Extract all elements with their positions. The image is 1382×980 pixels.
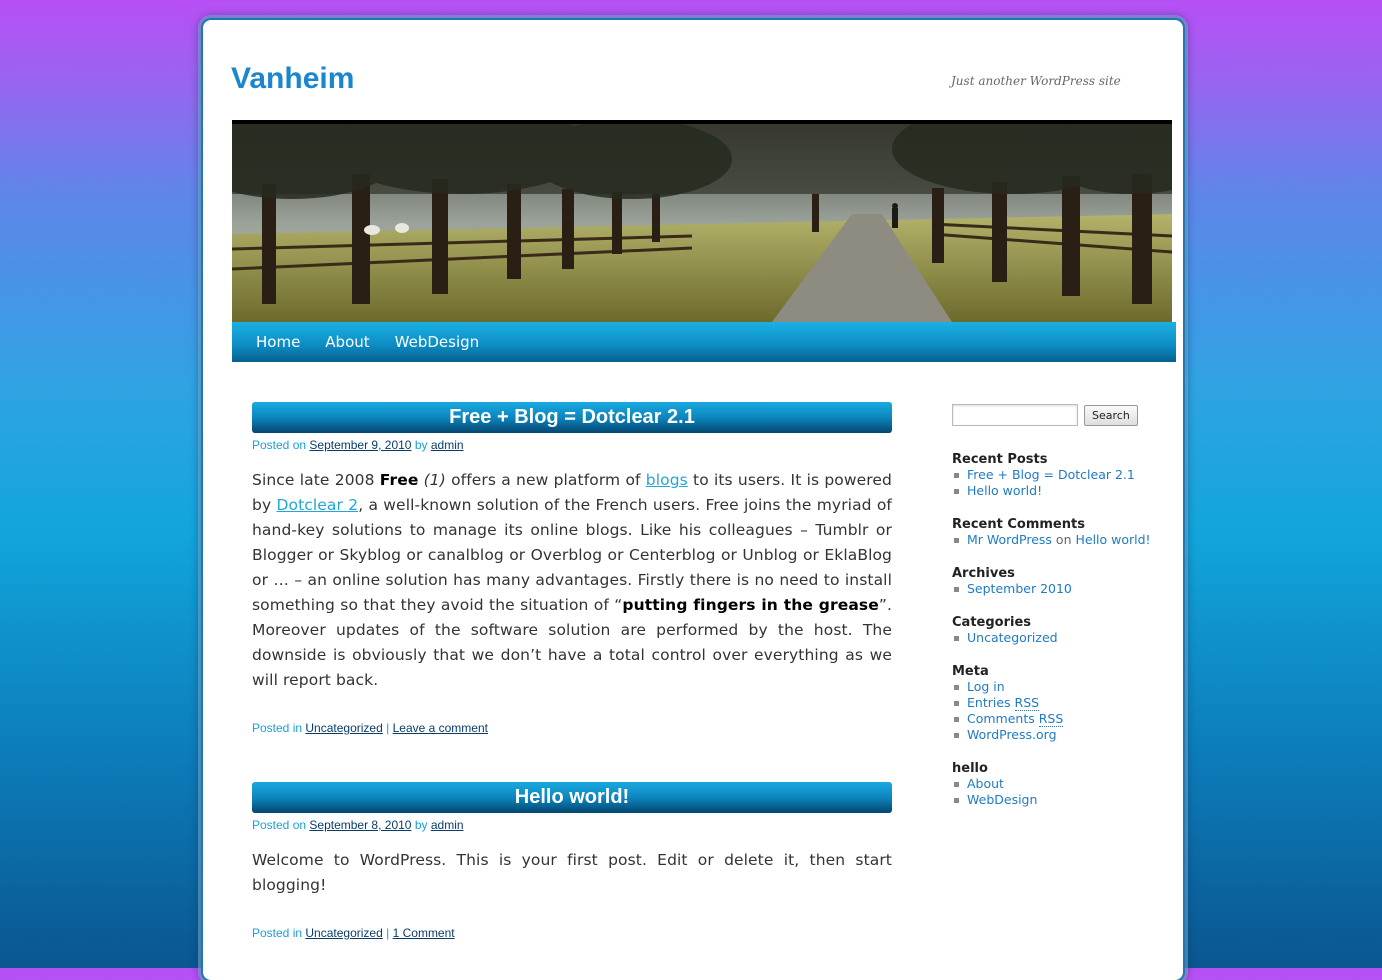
post-date-link[interactable]: September 8, 2010: [309, 818, 411, 832]
author-link[interactable]: admin: [431, 818, 464, 832]
post-footer-meta: Posted in Uncategorized | Leave a commen…: [252, 721, 892, 735]
list-item: Free + Blog = Dotclear 2.1: [952, 467, 1152, 483]
widget-categories: Categories Uncategorized: [952, 615, 1152, 646]
body-bold: Free: [379, 471, 419, 489]
page-container: Vanheim Just another WordPress site Home…: [203, 20, 1183, 980]
post-meta: Posted on September 8, 2010 by admin: [252, 818, 892, 834]
comments-link[interactable]: 1 Comment: [393, 926, 455, 940]
nav-home[interactable]: Home: [256, 333, 300, 351]
body-text: Since late 2008: [252, 471, 380, 489]
banner-landscape: [232, 124, 1172, 322]
log-in-link[interactable]: Log in: [967, 679, 1005, 694]
widget-meta: Meta Log in Entries RSS Comments RSS Wor…: [952, 664, 1152, 743]
posted-in-label: Posted in: [252, 721, 303, 735]
blogs-link[interactable]: blogs: [646, 471, 688, 489]
list-item: Entries RSS: [952, 695, 1152, 711]
post-dotclear: Free + Blog = Dotclear 2.1 Posted on Sep…: [252, 402, 892, 735]
widget-title: Recent Posts: [952, 452, 1048, 467]
post-body: Welcome to WordPress. This is your first…: [252, 851, 892, 894]
site-title[interactable]: Vanheim: [231, 62, 354, 96]
sidebar: Search Recent Posts Free + Blog = Dotcle…: [952, 404, 1152, 808]
search-button[interactable]: Search: [1084, 404, 1138, 426]
post-footer-meta: Posted in Uncategorized | 1 Comment: [252, 926, 892, 940]
list-item: Mr WordPress on Hello world!: [952, 532, 1152, 548]
post-title[interactable]: Hello world!: [252, 782, 892, 813]
by-label: by: [414, 818, 428, 832]
dotclear-link[interactable]: Dotclear 2: [276, 496, 358, 514]
category-link[interactable]: Uncategorized: [305, 926, 382, 940]
list-item: WebDesign: [952, 792, 1152, 808]
page-link-webdesign[interactable]: WebDesign: [967, 792, 1037, 807]
comments-label: Comments: [967, 711, 1035, 726]
recent-post-link[interactable]: Free + Blog = Dotclear 2.1: [967, 467, 1135, 482]
post-body: Since late 2008 Free (1) offers a new pl…: [252, 468, 892, 693]
search-input[interactable]: [952, 404, 1078, 426]
list-item: Hello world!: [952, 483, 1152, 499]
site-tagline: Just another WordPress site: [951, 74, 1121, 88]
category-link[interactable]: Uncategorized: [967, 630, 1058, 645]
list-item: WordPress.org: [952, 727, 1152, 743]
on-label: on: [1055, 532, 1072, 547]
posted-in-label: Posted in: [252, 926, 303, 940]
comments-link[interactable]: Leave a comment: [393, 721, 488, 735]
widget-archives: Archives September 2010: [952, 566, 1152, 597]
separator: |: [386, 926, 390, 940]
nav-webdesign[interactable]: WebDesign: [395, 333, 480, 351]
main-content: Free + Blog = Dotclear 2.1 Posted on Sep…: [252, 402, 892, 940]
widget-hello: hello About WebDesign: [952, 761, 1152, 808]
body-bold: putting fingers in the grease: [622, 596, 879, 614]
body-italic: (1): [418, 471, 446, 489]
header-banner-image: [232, 120, 1172, 322]
widget-title: Recent Comments: [952, 517, 1085, 532]
widget-title: Archives: [952, 566, 1015, 581]
widget-recent-comments: Recent Comments Mr WordPress on Hello wo…: [952, 517, 1152, 548]
list-item: Uncategorized: [952, 630, 1152, 646]
rss-abbr: RSS: [1038, 711, 1064, 727]
widget-title: Meta: [952, 664, 989, 679]
main-navigation: Home About WebDesign: [232, 322, 1176, 362]
list-item: About: [952, 776, 1152, 792]
recent-post-link[interactable]: Hello world!: [967, 483, 1042, 498]
archive-link[interactable]: September 2010: [967, 581, 1072, 596]
comments-rss-link[interactable]: Comments RSS: [967, 711, 1064, 727]
widget-recent-posts: Recent Posts Free + Blog = Dotclear 2.1 …: [952, 452, 1152, 499]
post-hello-world: Hello world! Posted on September 8, 2010…: [252, 782, 892, 940]
by-label: by: [414, 438, 428, 452]
list-item: Log in: [952, 679, 1152, 695]
posted-on-label: Posted on: [252, 818, 307, 832]
comment-author-link[interactable]: Mr WordPress: [967, 532, 1052, 547]
body-text: offers a new platform of: [445, 471, 646, 489]
post-title[interactable]: Free + Blog = Dotclear 2.1: [252, 402, 892, 433]
list-item: Comments RSS: [952, 711, 1152, 727]
list-item: September 2010: [952, 581, 1152, 597]
post-meta: Posted on September 9, 2010 by admin: [252, 438, 892, 454]
nav-about[interactable]: About: [325, 333, 369, 351]
post-date-link[interactable]: September 9, 2010: [309, 438, 411, 452]
posted-on-label: Posted on: [252, 438, 307, 452]
comment-post-link[interactable]: Hello world!: [1075, 532, 1150, 547]
wordpress-org-link[interactable]: WordPress.org: [967, 727, 1057, 742]
category-link[interactable]: Uncategorized: [305, 721, 382, 735]
entries-rss-link[interactable]: Entries RSS: [967, 695, 1040, 711]
separator: |: [386, 721, 390, 735]
rss-abbr: RSS: [1014, 695, 1040, 711]
widget-title: hello: [952, 761, 988, 776]
search-form: Search: [952, 404, 1152, 426]
page-link-about[interactable]: About: [967, 776, 1004, 791]
widget-title: Categories: [952, 615, 1032, 630]
entries-label: Entries: [967, 695, 1011, 710]
author-link[interactable]: admin: [431, 438, 464, 452]
